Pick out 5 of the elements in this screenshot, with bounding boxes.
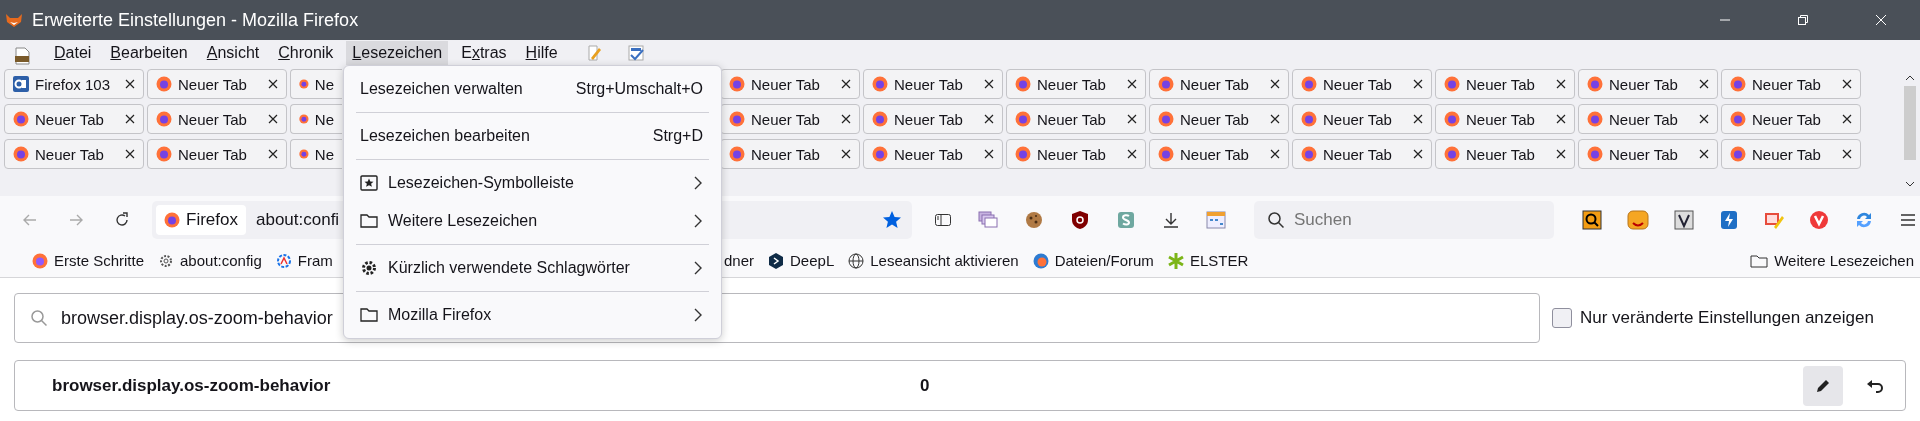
url-text: about:confi	[255, 210, 340, 230]
checkbox-label: Nur veränderte Einstellungen anzeigen	[1580, 308, 1874, 328]
window-title: Erweiterte Einstellungen - Mozilla Firefox	[32, 9, 359, 31]
preference-value: 0	[920, 375, 930, 396]
preference-name: browser.display.os-zoom-behavior	[52, 375, 332, 396]
